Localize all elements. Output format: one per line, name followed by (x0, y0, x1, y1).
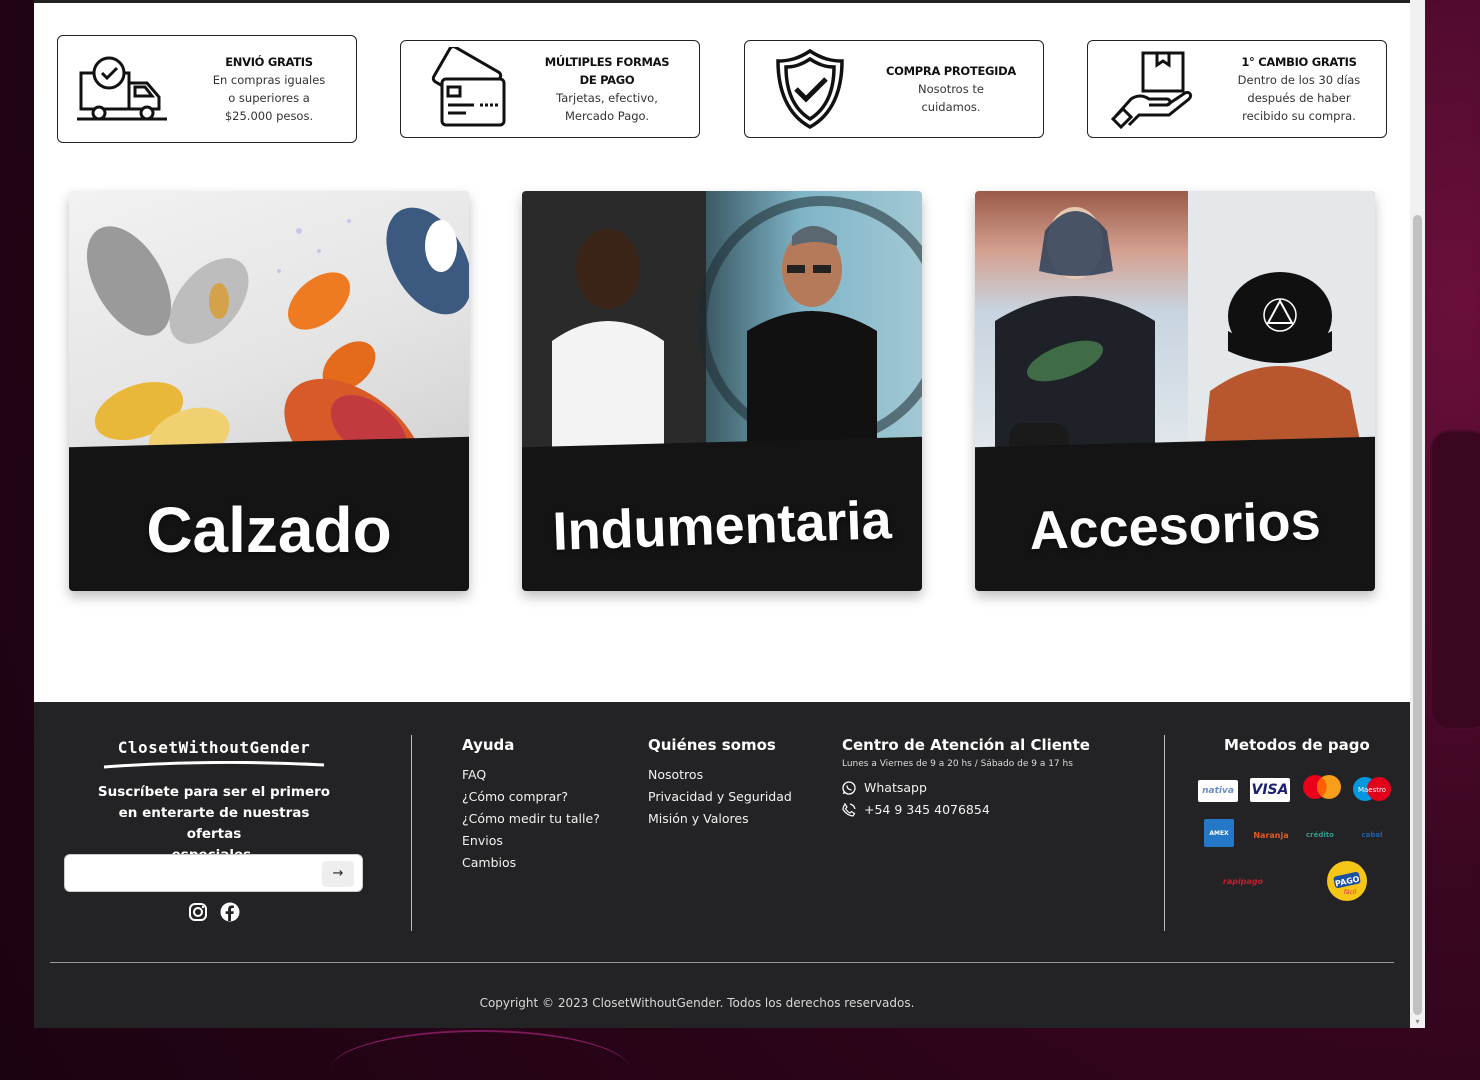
footer-link-how-to-buy[interactable]: ¿Cómo comprar? (462, 789, 568, 804)
pago-facil-logo: PAGO fácil (1327, 861, 1367, 901)
benefit-title: MÚLTIPLES FORMAS (544, 55, 670, 69)
phone-link[interactable]: +54 9 345 4076854 (842, 802, 990, 817)
newsletter-submit-button[interactable]: → (322, 861, 354, 887)
whatsapp-label: Whatsapp (864, 780, 927, 795)
benefit-title: DE PAGO (579, 73, 635, 87)
maestro-logo: Maestro (1353, 777, 1391, 801)
subscribe-line: Suscríbete para ser el primero (97, 784, 331, 800)
footer-link-faq[interactable]: FAQ (462, 767, 486, 782)
facebook-icon[interactable] (220, 902, 240, 922)
mastercard-logo (1303, 775, 1341, 799)
footer-divider (1164, 735, 1165, 931)
footer-link-size-guide[interactable]: ¿Cómo medir tu talle? (462, 811, 600, 826)
benefit-line: En compras iguales (212, 73, 326, 87)
scrollbar-thumb[interactable] (1413, 215, 1422, 1015)
newsletter-form: → (64, 854, 363, 892)
subscribe-line: en enterarte de nuestras ofertas (118, 805, 310, 842)
benefit-title: 1° CAMBIO GRATIS (1241, 55, 1357, 69)
support-title: Centro de Atención al Cliente (842, 736, 1090, 754)
benefit-line: Tarjetas, efectivo, (556, 91, 658, 105)
vertical-scrollbar[interactable]: ▾ (1410, 0, 1425, 1028)
truck-icon (58, 53, 188, 125)
benefit-free-exchange: 1° CAMBIO GRATIS Dentro de los 30 días d… (1087, 40, 1387, 138)
category-label: Calzado (146, 494, 392, 566)
background-decoration (330, 1030, 630, 1080)
newsletter-email-input[interactable] (73, 863, 313, 885)
site-footer: ClosetWithoutGender Suscríbete para ser … (34, 702, 1410, 1028)
credit-cards-icon (401, 47, 531, 131)
svg-text:Maestro: Maestro (1358, 786, 1386, 794)
about-title: Quiénes somos (648, 736, 776, 754)
browser-viewport: ENVIÓ GRATIS En compras iguales o superi… (34, 0, 1425, 1028)
amex-logo: AMEX (1204, 819, 1234, 847)
benefit-line: después de haber (1247, 91, 1351, 105)
phone-number: +54 9 345 4076854 (864, 802, 990, 817)
benefit-title: ENVIÓ GRATIS (225, 55, 313, 69)
category-card-indumentaria[interactable]: Indumentaria (522, 191, 922, 591)
naranja-logo: Naranja (1253, 830, 1289, 840)
footer-link-shipping[interactable]: Envios (462, 833, 503, 848)
footer-divider (411, 735, 412, 931)
background-decoration (1430, 430, 1480, 730)
benefit-line: $25.000 pesos. (224, 109, 314, 123)
whatsapp-icon (842, 780, 856, 795)
benefit-line: Dentro de los 30 días (1237, 73, 1361, 87)
phone-icon (842, 802, 856, 817)
benefit-line: Mercado Pago. (564, 109, 650, 123)
credito-logo: crédito (1306, 831, 1334, 839)
nativa-logo: nativa (1198, 780, 1238, 802)
box-hand-icon (1088, 47, 1218, 131)
benefit-free-shipping: ENVIÓ GRATIS En compras iguales o superi… (57, 35, 357, 143)
footer-horizontal-divider (50, 962, 1394, 963)
benefit-protected-purchase: COMPRA PROTEGIDA Nosotros te cuidamos. (744, 40, 1044, 138)
benefit-line: cuidamos. (921, 100, 981, 114)
brand-underline (103, 761, 325, 769)
benefit-line: Nosotros te (918, 82, 984, 96)
benefit-title: COMPRA PROTEGIDA (886, 64, 1016, 78)
benefit-payment-methods: MÚLTIPLES FORMAS DE PAGO Tarjetas, efect… (400, 40, 700, 138)
whatsapp-link[interactable]: Whatsapp (842, 780, 927, 795)
footer-link-about-us[interactable]: Nosotros (648, 767, 703, 782)
benefit-line: recibido su compra. (1242, 109, 1356, 123)
category-card-calzado[interactable]: Calzado (69, 191, 469, 591)
top-divider (34, 0, 1410, 3)
payments-title: Metodos de pago (1224, 736, 1370, 754)
instagram-icon[interactable] (188, 902, 208, 922)
footer-link-privacy[interactable]: Privacidad y Seguridad (648, 789, 792, 804)
footer-link-mission[interactable]: Misión y Valores (648, 811, 749, 826)
svg-text:fácil: fácil (1344, 889, 1357, 896)
help-title: Ayuda (462, 736, 515, 754)
visa-logo: VISA (1250, 778, 1290, 802)
cabal-logo: cabal (1361, 831, 1383, 839)
brand-logo[interactable]: ClosetWithoutGender (99, 738, 329, 757)
footer-link-exchanges[interactable]: Cambios (462, 855, 516, 870)
benefit-line: o superiores a (228, 91, 310, 105)
rapipago-logo: rapipago (1222, 876, 1264, 886)
copyright-text: Copyright © 2023 ClosetWithoutGender. To… (479, 996, 915, 1010)
scroll-down-arrow[interactable]: ▾ (1413, 1017, 1422, 1026)
shield-check-icon (745, 47, 875, 131)
category-card-accesorios[interactable]: Accesorios (975, 191, 1375, 591)
support-hours: Lunes a Viernes de 9 a 20 hs / Sábado de… (842, 759, 1073, 769)
